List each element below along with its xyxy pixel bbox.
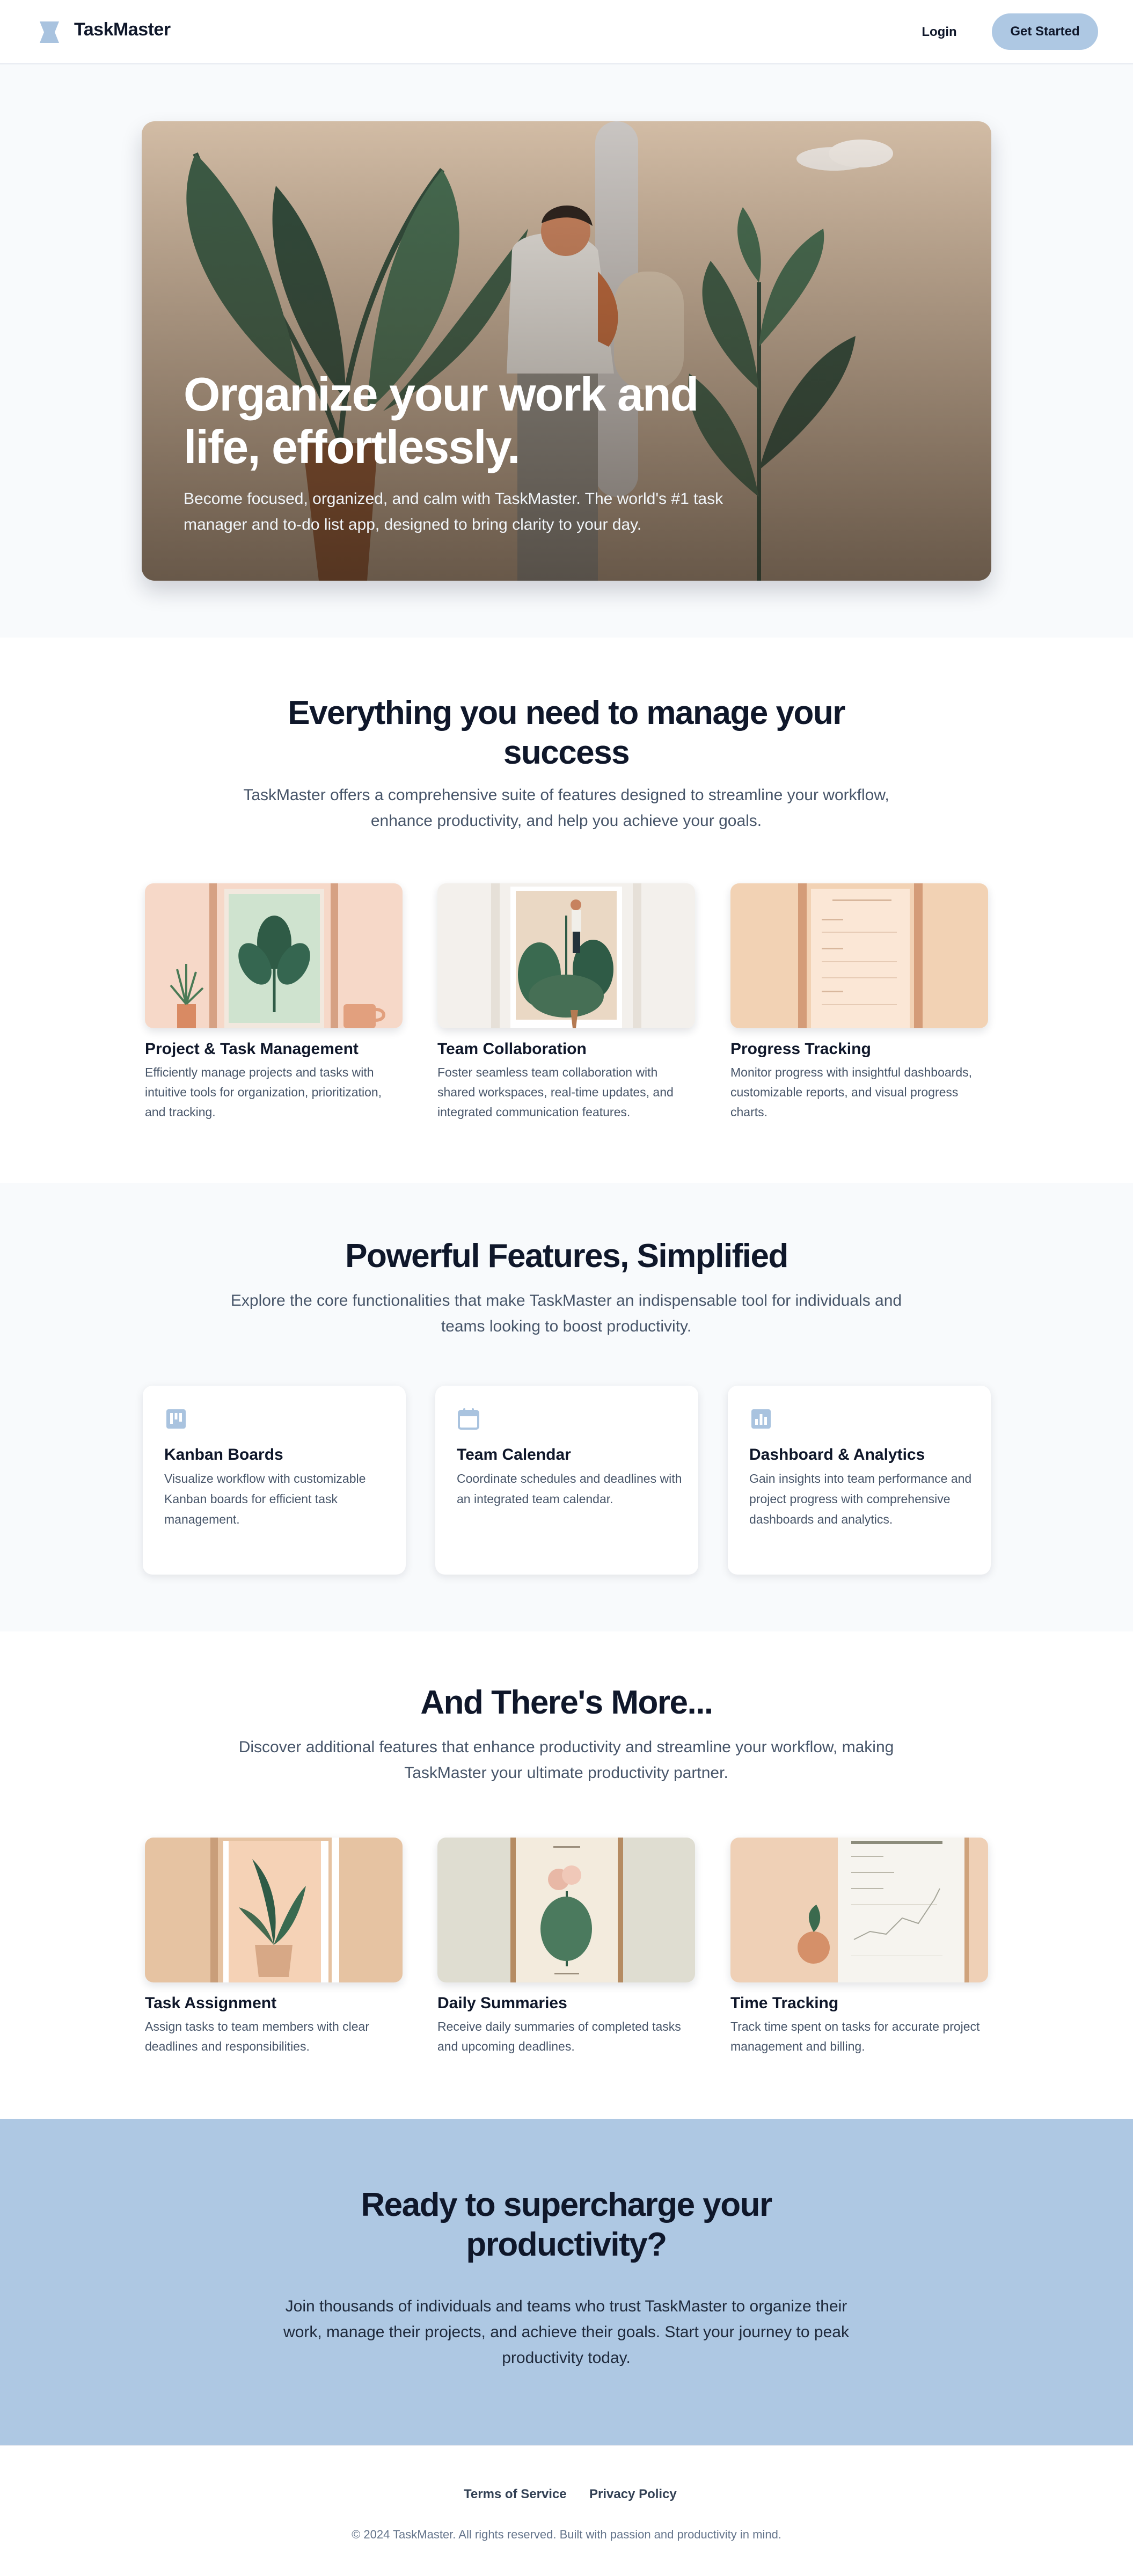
cta-subtitle: Join thousands of individuals and teams … [283,2297,849,2367]
graph-paper-illustration [730,1838,988,1982]
cta-section: Ready to supercharge your productivity? … [0,2119,1133,2445]
feature-image [437,1838,695,1982]
get-started-button[interactable]: Get Started [992,13,1098,50]
feature-card-title: Daily Summaries [437,1994,567,2012]
feature-card-title: Kanban Boards [164,1446,283,1463]
core-features-grid: Kanban Boards Visualize workflow with cu… [0,1386,1133,1579]
site-header: TaskMaster Login Get Started [0,0,1133,64]
gardener-frame-illustration [437,883,695,1028]
privacy-policy-link[interactable]: Privacy Policy [589,2487,677,2502]
feature-image [145,883,403,1028]
feature-card-title: Dashboard & Analytics [749,1446,925,1463]
bar-chart-icon [751,1409,771,1429]
feature-image [730,1838,988,1982]
feature-card-title: Task Assignment [145,1994,277,2012]
core-features-title: Powerful Features, Simplified [345,1238,788,1275]
feature-card-title: Project & Task Management [145,1040,359,1058]
feature-image [730,883,988,1028]
feature-image [145,1838,403,1982]
more-features-subtitle: Discover additional features that enhanc… [238,1738,894,1782]
hero-section: Organize your work and life, effortlessl… [0,64,1133,638]
calendar-icon [458,1408,479,1430]
hero-subtitle: Become focused, organized, and calm with… [184,490,723,533]
site-footer: Terms of Service Privacy Policy © 2024 T… [0,2445,1133,2576]
features-intro-section: Everything you need to manage your succe… [0,638,1133,1183]
feature-image [437,883,695,1028]
logo-icon [40,21,59,43]
feature-card-kanban[interactable]: Kanban Boards Visualize workflow with cu… [143,1386,406,1575]
kanban-icon [166,1409,186,1429]
core-features-subtitle: Explore the core functionalities that ma… [230,1292,902,1335]
cta-title: Ready to supercharge your productivity? [361,2186,772,2263]
feature-card-description: Efficiently manage projects and tasks wi… [145,1065,382,1119]
flower-poster-illustration [437,1838,695,1982]
features-intro-title: Everything you need to manage your succe… [288,694,845,771]
feature-card-description: Track time spent on tasks for accurate p… [730,2019,980,2053]
terms-of-service-link[interactable]: Terms of Service [464,2487,567,2502]
potted-plant-illustration [145,1838,403,1982]
feature-card-description: Foster seamless team collaboration with … [437,1065,674,1119]
hero-banner: Organize your work and life, effortlessl… [142,121,991,581]
feature-card-description: Monitor progress with insightful dashboa… [730,1065,973,1119]
feature-card-calendar[interactable]: Team Calendar Coordinate schedules and d… [435,1386,698,1575]
feature-card-description: Receive daily summaries of completed tas… [437,2019,681,2053]
feature-card-description: Coordinate schedules and deadlines with … [457,1472,682,1506]
more-features-title: And There's More... [420,1684,713,1721]
login-link[interactable]: Login [912,21,966,43]
core-features-section: Powerful Features, Simplified Explore th… [0,1183,1133,1631]
feature-card-description: Assign tasks to team members with clear … [145,2019,369,2053]
feature-card-dashboard[interactable]: Dashboard & Analytics Gain insights into… [728,1386,991,1575]
feature-card-title: Team Collaboration [437,1040,587,1058]
feature-card-title: Progress Tracking [730,1040,871,1058]
hero-title: Organize your work and life, effortlessl… [184,368,699,473]
feature-card-title: Team Calendar [457,1446,571,1463]
feature-card-title: Time Tracking [730,1994,839,2012]
feature-card-description: Visualize workflow with customizable Kan… [164,1472,366,1526]
more-features-section: And There's More... Discover additional … [0,1631,1133,2119]
feature-card-description: Gain insights into team performance and … [749,1472,972,1526]
features-intro-subtitle: TaskMaster offers a comprehensive suite … [243,786,889,830]
copyright-text: © 2024 TaskMaster. All rights reserved. … [352,2528,781,2541]
brand-name[interactable]: TaskMaster [74,19,171,40]
leaf-frame-illustration [145,883,403,1028]
notepad-illustration [730,883,988,1028]
